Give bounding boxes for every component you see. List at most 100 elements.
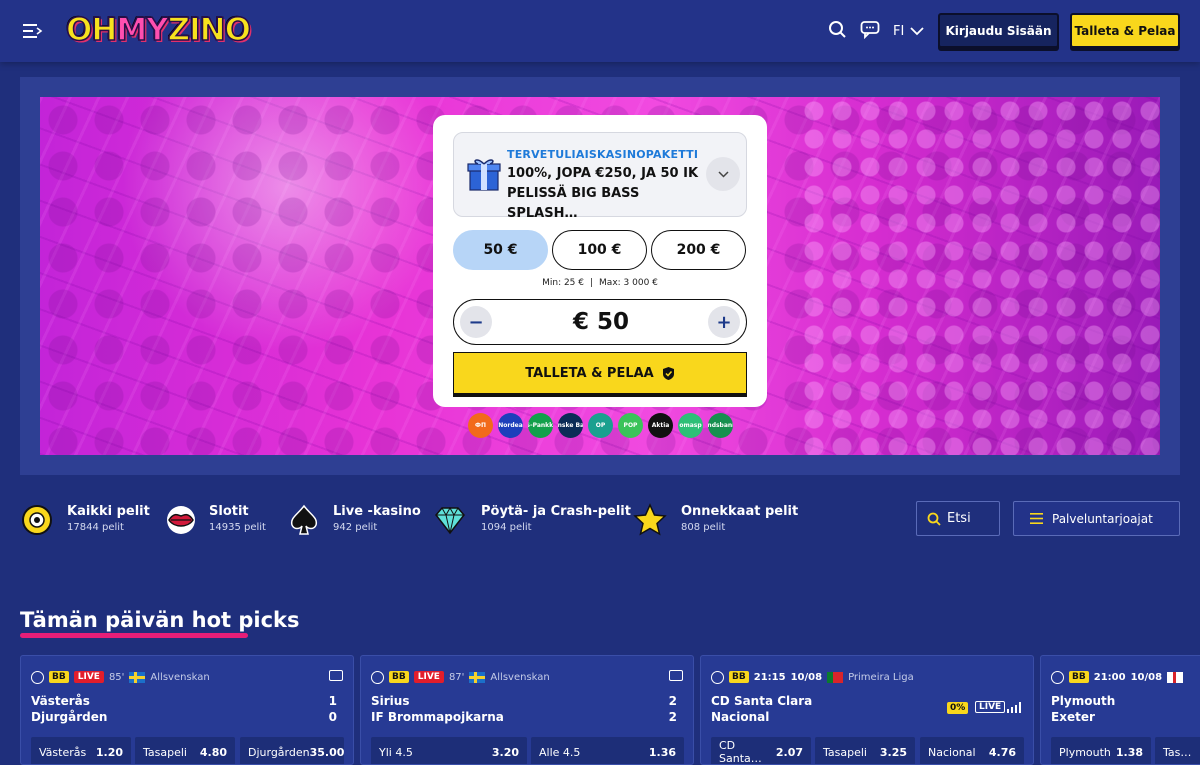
- match-date: 10/08: [1130, 671, 1163, 683]
- deposit-submit-label: TALLETA & PELAA: [525, 365, 654, 381]
- match-minute: 87': [448, 671, 465, 683]
- spade-icon: [290, 504, 318, 535]
- away-score: 2: [668, 710, 677, 724]
- odds-button[interactable]: Yli 4.5 3.20: [371, 737, 527, 764]
- increase-button[interactable]: +: [708, 306, 740, 338]
- top-header: OHMYZINO FI Kirjaudu Sisään Talleta & Pe…: [0, 0, 1200, 62]
- bonus-selector[interactable]: TERVETULIAISKASINOPAKETTI 100%, JOPA €25…: [453, 132, 747, 221]
- payment-method-icon: Aktia: [648, 413, 673, 438]
- search-icon[interactable]: [828, 20, 847, 39]
- language-selector[interactable]: FI: [893, 24, 924, 39]
- deposit-submit-button[interactable]: TALLETA & PELAA: [453, 352, 747, 394]
- deposit-limits: Min: 25 € | Max: 3 000 €: [433, 278, 767, 288]
- amount-option-200[interactable]: 200 €: [651, 230, 746, 270]
- odds-button[interactable]: Plymouth 1.38: [1051, 737, 1151, 764]
- min-limit: Min: 25 €: [542, 278, 584, 288]
- odds-button[interactable]: Tas…: [1155, 737, 1200, 764]
- deposit-play-button[interactable]: Talleta & Pelaa: [1070, 13, 1180, 48]
- away-score: 0: [328, 710, 337, 724]
- category-name: Slotit: [209, 504, 249, 519]
- league-name: Allsvenskan: [490, 671, 550, 683]
- payment-method-icon: S-Pankki: [528, 413, 553, 438]
- amount-option-100[interactable]: 100 €: [552, 230, 647, 270]
- football-icon: [371, 670, 384, 684]
- match-card[interactable]: BB LIVE 87' Allsvenskan Sirius IF Bromma…: [360, 655, 694, 765]
- home-score: 2: [668, 694, 677, 708]
- providers-label: Palveluntarjoajat: [1052, 511, 1153, 526]
- game-search-button[interactable]: Etsi: [916, 501, 1000, 536]
- amount-option-50[interactable]: 50 €: [453, 230, 548, 270]
- odds-value: 35.00: [309, 745, 345, 759]
- league-name: Allsvenskan: [150, 671, 210, 683]
- percent-badge: 0%: [947, 702, 969, 714]
- odds-value: 1.20: [95, 745, 123, 759]
- odds-value: 4.80: [199, 745, 227, 759]
- diamond-icon: [435, 506, 465, 535]
- odds-label: Tas…: [1163, 745, 1192, 759]
- bonus-description: 100%, JOPA €250, JA 50 IK PELISSÄ BIG BA…: [507, 166, 699, 221]
- odds-button[interactable]: Djurgården 35.00: [240, 737, 345, 764]
- odds-button[interactable]: CD Santa… 2.07: [711, 737, 811, 765]
- home-team: Västerås: [31, 694, 90, 708]
- odds-value: 3.25: [879, 745, 907, 759]
- odds-value: 1.38: [1115, 745, 1143, 759]
- logo[interactable]: OHMYZINO: [65, 11, 252, 49]
- home-team: Plymouth: [1051, 694, 1116, 708]
- odds-button[interactable]: Västerås 1.20: [31, 737, 131, 764]
- payment-methods: ФП Nordea S-Pankki Danske Bank OP POP Ak…: [468, 413, 733, 438]
- decrease-button[interactable]: −: [460, 306, 492, 338]
- providers-button[interactable]: Palveluntarjoajat: [1013, 501, 1180, 536]
- payment-method-icon: ФП: [468, 413, 493, 438]
- match-header: BB LIVE 85' Allsvenskan: [31, 669, 210, 685]
- match-date: 10/08: [790, 671, 823, 683]
- payment-method-icon: Ålandsbanken: [708, 413, 733, 438]
- stats-icon[interactable]: [1007, 702, 1021, 713]
- odds-label: Nacional: [928, 745, 976, 759]
- match-time: 21:00: [1093, 671, 1126, 683]
- match-card[interactable]: BB 21:15 10/08 Primeira Liga CD Santa Cl…: [700, 655, 1034, 765]
- england-flag-icon: [1167, 671, 1184, 683]
- match-card[interactable]: BB LIVE 85' Allsvenskan Västerås Djurgår…: [20, 655, 354, 765]
- category-name: Pöytä- ja Crash-pelit: [481, 504, 631, 519]
- tv-icon[interactable]: [669, 670, 683, 681]
- home-team: CD Santa Clara: [711, 694, 813, 708]
- match-header: BB 21:15 10/08 Primeira Liga: [711, 669, 914, 685]
- payment-method-icon: Nordea: [498, 413, 523, 438]
- away-team: Exeter: [1051, 710, 1095, 724]
- payment-method-icon: Danske Bank: [558, 413, 583, 438]
- portugal-flag-icon: [827, 671, 844, 683]
- odds-label: Tasapeli: [143, 745, 187, 759]
- deposit-card: TERVETULIAISKASINOPAKETTI 100%, JOPA €25…: [433, 115, 767, 407]
- bonus-expand-button[interactable]: [706, 157, 740, 191]
- bet-builder-badge: BB: [729, 671, 749, 683]
- menu-icon[interactable]: [23, 22, 43, 40]
- star-icon: [633, 503, 667, 536]
- shield-icon: [662, 366, 674, 380]
- gift-icon: [467, 159, 501, 191]
- league-name: Primeira Liga: [848, 671, 914, 683]
- bet-builder-badge: BB: [1069, 671, 1089, 683]
- odds-button[interactable]: Alle 4.5 1.36: [531, 737, 684, 764]
- hot-picks-title: Tämän päivän hot picks: [20, 608, 300, 632]
- football-icon: [1051, 670, 1064, 684]
- away-team: Djurgården: [31, 710, 108, 724]
- amount-input[interactable]: € 50: [504, 309, 698, 335]
- live-indicator: LIVE: [975, 701, 1006, 713]
- match-header: BB 21:00 10/08: [1051, 669, 1184, 685]
- tv-icon[interactable]: [329, 670, 343, 681]
- odds-button[interactable]: Tasapeli 4.80: [135, 737, 235, 764]
- match-card[interactable]: BB 21:00 10/08 Plymouth Exeter Plymouth 1…: [1040, 655, 1200, 765]
- category-count: 808 pelit: [681, 522, 726, 533]
- bet-builder-badge: BB: [389, 671, 409, 683]
- chat-icon[interactable]: [860, 20, 880, 39]
- odds-button[interactable]: Nacional 4.76: [920, 737, 1024, 764]
- category-name: Kaikki pelit: [67, 504, 150, 519]
- live-badge: LIVE: [73, 671, 104, 683]
- odds-label: CD Santa…: [719, 739, 762, 765]
- category-count: 1094 pelit: [481, 522, 532, 533]
- odds-button[interactable]: Tasapeli 3.25: [815, 737, 915, 764]
- odds-label: Tasapeli: [823, 745, 867, 759]
- odds-label: Alle 4.5: [539, 745, 581, 759]
- login-button[interactable]: Kirjaudu Sisään: [938, 13, 1059, 48]
- football-icon: [711, 670, 724, 684]
